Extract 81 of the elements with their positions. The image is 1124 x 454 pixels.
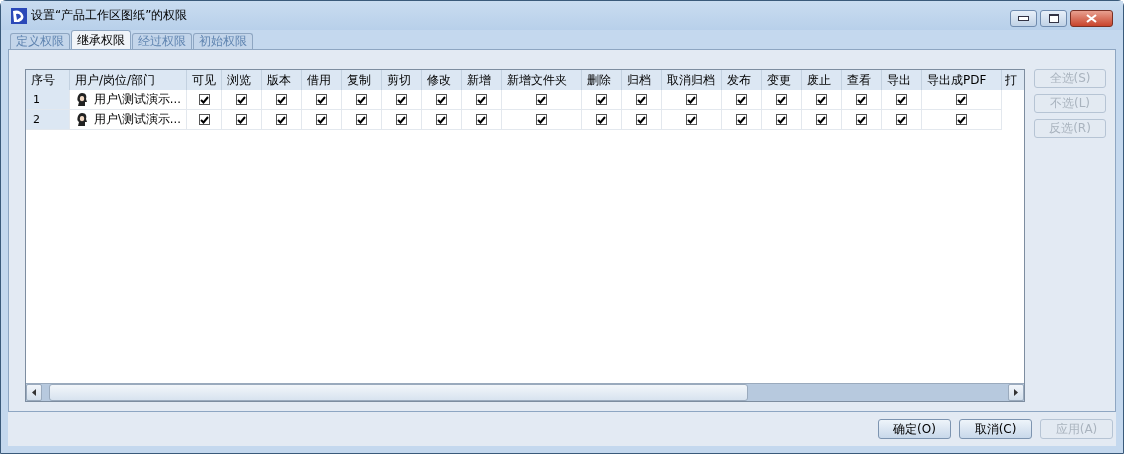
column-header: 复制 [342, 70, 382, 90]
checkbox[interactable] [736, 94, 747, 105]
checkbox[interactable] [476, 94, 487, 105]
checkbox[interactable] [896, 94, 907, 105]
checkbox[interactable] [436, 94, 447, 105]
checkbox[interactable] [956, 114, 967, 125]
column-header: 导出成PDF [922, 70, 1002, 90]
checkbox[interactable] [536, 114, 547, 125]
checkbox[interactable] [476, 114, 487, 125]
checkbox[interactable] [198, 114, 210, 125]
left-arrow-icon [32, 389, 36, 396]
column-header: 修改 [422, 70, 462, 90]
checkbox[interactable] [896, 114, 907, 125]
column-header: 发布 [722, 70, 762, 90]
scroll-left-button[interactable] [26, 384, 42, 401]
column-header: 归档 [622, 70, 662, 90]
checkbox[interactable] [776, 94, 787, 105]
table-cell: 2 [26, 110, 70, 130]
column-header: 取消归档 [662, 70, 722, 90]
checkbox[interactable] [816, 114, 827, 125]
user-icon [76, 113, 88, 126]
window-title: 设置“产品工作区图纸”的权限 [31, 7, 189, 24]
tab[interactable]: 继承权限 [71, 30, 131, 49]
ok-button[interactable]: 确定(O) [878, 419, 951, 439]
cancel-button[interactable]: 取消(C) [959, 419, 1032, 439]
checkbox[interactable] [396, 94, 407, 105]
column-header: 浏览 [222, 70, 262, 90]
checkbox[interactable] [356, 114, 367, 125]
checkbox[interactable] [856, 114, 867, 125]
close-icon [1086, 14, 1097, 23]
column-header: 变更 [762, 70, 802, 90]
column-header: 新增 [462, 70, 502, 90]
column-header: 打 [1002, 70, 1024, 90]
column-header: 借用 [302, 70, 342, 90]
user-icon [76, 93, 88, 106]
checkbox[interactable] [736, 114, 747, 125]
checkbox[interactable] [816, 94, 827, 105]
column-header: 导出 [882, 70, 922, 90]
checkbox[interactable] [956, 94, 967, 105]
checkbox[interactable] [316, 114, 327, 125]
close-button[interactable] [1070, 10, 1113, 27]
checkbox[interactable] [396, 114, 407, 125]
column-header: 用户/岗位/部门 [70, 70, 187, 90]
column-header: 查看 [842, 70, 882, 90]
minimize-button[interactable] [1010, 10, 1037, 27]
right-arrow-icon [1014, 389, 1018, 396]
checkbox[interactable] [596, 94, 607, 105]
column-header: 序号 [26, 70, 70, 90]
column-header: 删除 [582, 70, 622, 90]
checkbox[interactable] [276, 94, 287, 105]
checkbox[interactable] [436, 114, 447, 125]
checkbox[interactable] [236, 114, 247, 125]
checkbox[interactable] [776, 114, 787, 125]
column-header: 剪切 [382, 70, 422, 90]
checkbox[interactable] [636, 94, 647, 105]
checkbox[interactable] [236, 94, 247, 105]
checkbox[interactable] [686, 114, 697, 125]
checkbox[interactable] [856, 94, 867, 105]
column-header: 版本 [262, 70, 302, 90]
column-header: 废止 [802, 70, 842, 90]
checkbox[interactable] [686, 94, 697, 105]
column-header: 新增文件夹 [502, 70, 582, 90]
tab[interactable]: 初始权限 [193, 33, 253, 49]
table-cell: 1 [26, 90, 70, 110]
scroll-right-button[interactable] [1008, 384, 1024, 401]
checkbox[interactable] [536, 94, 547, 105]
scrollbar-thumb[interactable] [49, 384, 748, 401]
checkbox[interactable] [356, 94, 367, 105]
checkbox[interactable] [316, 94, 327, 105]
column-header: 可见 [187, 70, 222, 90]
checkbox[interactable] [596, 114, 607, 125]
checkbox[interactable] [198, 94, 210, 105]
tab[interactable]: 定义权限 [10, 33, 70, 49]
checkbox[interactable] [276, 114, 287, 125]
tab[interactable]: 经过权限 [132, 33, 192, 49]
horizontal-scrollbar[interactable] [26, 383, 1024, 401]
table-cell: 用户\测试演示... [94, 92, 181, 107]
table-cell: 用户\测试演示... [94, 112, 181, 127]
checkbox[interactable] [636, 114, 647, 125]
app-icon [11, 7, 27, 24]
maximize-button[interactable] [1040, 10, 1067, 27]
